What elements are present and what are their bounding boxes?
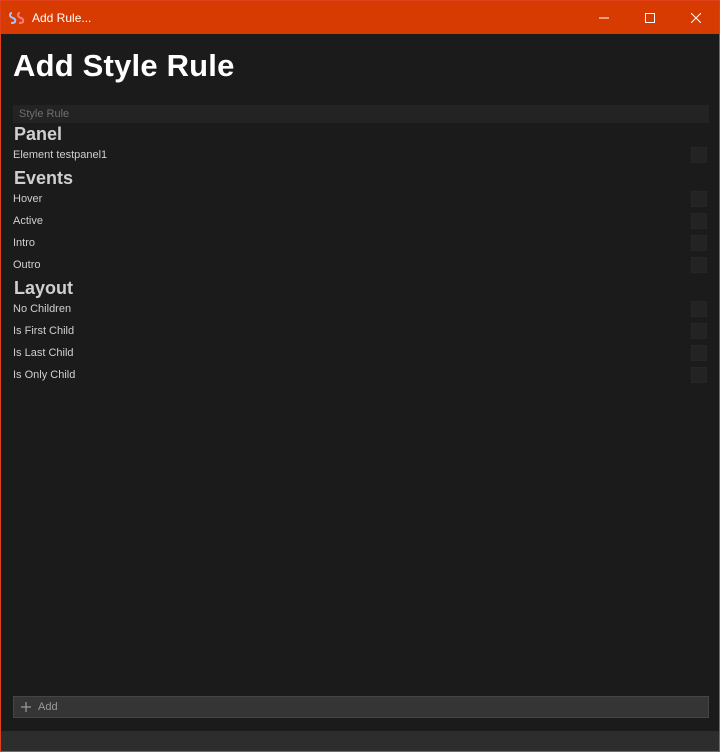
add-button-label: Add	[38, 701, 58, 713]
list-item-label: Is First Child	[13, 325, 75, 337]
list-item-is-last-child[interactable]: Is Last Child	[13, 345, 709, 363]
checkbox[interactable]	[691, 301, 707, 317]
list-item-element-testpanel1[interactable]: Element testpanel1	[13, 147, 709, 165]
checkbox[interactable]	[691, 367, 707, 383]
list-item-no-children[interactable]: No Children	[13, 301, 709, 319]
checkbox[interactable]	[691, 257, 707, 273]
list-item-label: Element testpanel1	[13, 149, 108, 161]
list-item-label: Outro	[13, 259, 41, 271]
list-item-label: Intro	[13, 237, 36, 249]
style-rule-search-input[interactable]	[13, 105, 709, 123]
section-heading-panel: Panel	[14, 124, 63, 144]
list-item-label: Is Only Child	[13, 369, 76, 381]
section-heading-events: Events	[14, 168, 74, 188]
list-item-label: No Children	[13, 303, 72, 315]
checkbox[interactable]	[691, 147, 707, 163]
checkbox[interactable]	[691, 213, 707, 229]
maximize-button[interactable]	[627, 1, 673, 34]
checkbox[interactable]	[691, 235, 707, 251]
close-icon	[691, 12, 701, 23]
add-rule-window: Add Rule... Add Style Rule Panel Element…	[0, 0, 720, 752]
checkbox[interactable]	[691, 323, 707, 339]
page-title: Add Style Rule	[13, 48, 235, 83]
footer-bar	[1, 731, 719, 751]
checkbox[interactable]	[691, 191, 707, 207]
title-bar[interactable]: Add Rule...	[1, 1, 719, 34]
checkbox[interactable]	[691, 345, 707, 361]
list-item-intro[interactable]: Intro	[13, 235, 709, 253]
app-logo-icon	[8, 9, 28, 27]
minimize-button[interactable]	[581, 1, 627, 34]
maximize-icon	[645, 12, 655, 23]
section-heading-layout: Layout	[14, 278, 74, 298]
list-item-label: Active	[13, 215, 43, 227]
add-button[interactable]: Add	[13, 696, 709, 718]
list-item-is-first-child[interactable]: Is First Child	[13, 323, 709, 341]
list-item-outro[interactable]: Outro	[13, 257, 709, 275]
list-item-label: Hover	[13, 193, 43, 205]
list-item-label: Is Last Child	[13, 347, 74, 359]
window-title: Add Rule...	[32, 10, 92, 25]
list-item-active[interactable]: Active	[13, 213, 709, 231]
close-button[interactable]	[673, 1, 719, 34]
list-item-is-only-child[interactable]: Is Only Child	[13, 367, 709, 385]
list-item-hover[interactable]: Hover	[13, 191, 709, 209]
dialog-content: Add Style Rule Panel Element testpanel1 …	[1, 34, 719, 751]
plus-icon	[20, 701, 32, 713]
minimize-icon	[599, 17, 609, 18]
